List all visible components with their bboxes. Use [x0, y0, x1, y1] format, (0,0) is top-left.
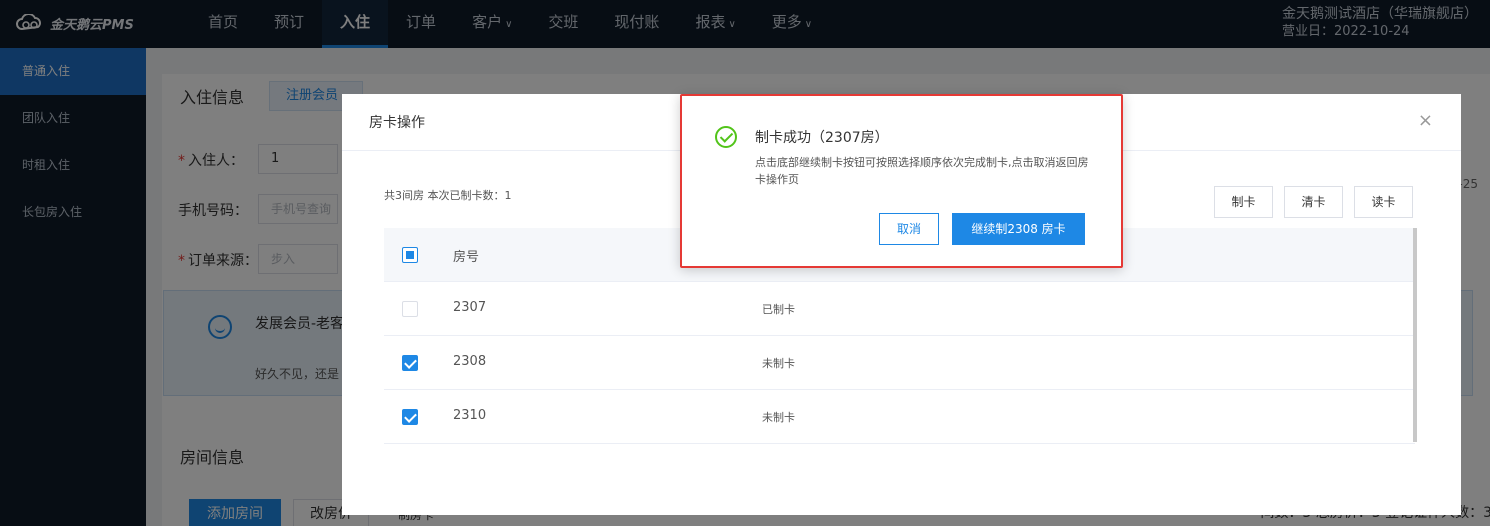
continue-make-card-button[interactable]: 继续制2308 房卡 [952, 213, 1085, 245]
card-status: 已制卡 [762, 303, 795, 316]
row-checkbox[interactable] [402, 301, 418, 317]
close-icon[interactable]: × [1418, 110, 1433, 131]
dialog-title: 房卡操作 [369, 115, 425, 131]
room-number: 2310 [453, 408, 487, 423]
success-description: 点击底部继续制卡按钮可按照选择顺序依次完成制卡,点击取消返回房卡操作页 [755, 156, 1089, 186]
table-row: 2310 未制卡 [384, 390, 1415, 444]
card-success-modal: 制卡成功（2307房） 点击底部继续制卡按钮可按照选择顺序依次完成制卡,点击取消… [680, 94, 1123, 268]
row-checkbox[interactable] [402, 409, 418, 425]
select-all-checkbox[interactable] [402, 247, 418, 263]
room-number: 2307 [453, 300, 487, 315]
table-row: 2308 未制卡 [384, 336, 1415, 390]
table-row: 2307 已制卡 [384, 282, 1415, 336]
table-scrollbar[interactable] [1413, 228, 1417, 442]
card-summary: 共3间房 本次已制卡数：1 [384, 189, 512, 202]
clear-card-button[interactable]: 清卡 [1284, 186, 1343, 218]
room-number: 2308 [453, 354, 487, 369]
card-status: 未制卡 [762, 411, 795, 424]
column-header-room: 房号 [453, 250, 480, 265]
cancel-button[interactable]: 取消 [879, 213, 939, 245]
read-card-button[interactable]: 读卡 [1354, 186, 1413, 218]
row-checkbox[interactable] [402, 355, 418, 371]
success-title: 制卡成功（2307房） [755, 130, 889, 146]
make-card-button[interactable]: 制卡 [1214, 186, 1273, 218]
success-check-icon [715, 126, 737, 148]
card-status: 未制卡 [762, 357, 795, 370]
